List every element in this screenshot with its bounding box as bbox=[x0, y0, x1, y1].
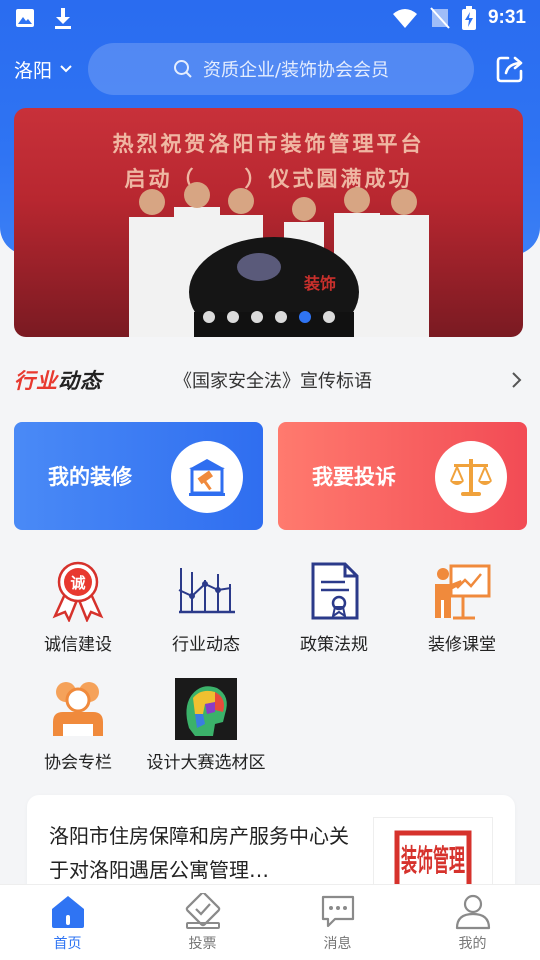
home-icon bbox=[51, 896, 84, 928]
my-renovation-card[interactable]: 我的装修 bbox=[14, 422, 263, 530]
search-placeholder: 资质企业/装饰协会会员 bbox=[202, 60, 390, 81]
nav-profile[interactable]: 我的 bbox=[405, 885, 540, 960]
news-label-part2: 动态 bbox=[58, 369, 102, 393]
download-icon bbox=[55, 8, 71, 29]
complaint-card[interactable]: 我要投诉 bbox=[278, 422, 527, 530]
top-bar: 洛阳 资质企业/装饰协会会员 bbox=[0, 42, 540, 96]
my-renovation-label: 我的装修 bbox=[48, 465, 132, 489]
search-input[interactable]: 资质企业/装饰协会会员 bbox=[88, 43, 474, 95]
status-time: 9:31 bbox=[487, 7, 526, 28]
grid-item-association[interactable]: 协会专栏 bbox=[14, 666, 142, 784]
svg-text:装饰: 装饰 bbox=[303, 274, 336, 293]
city-label: 洛阳 bbox=[14, 59, 53, 82]
grid-item-label: 装修课堂 bbox=[428, 635, 496, 655]
battery-charging-icon bbox=[461, 6, 476, 30]
complaint-label: 我要投诉 bbox=[312, 465, 396, 489]
design-contest-icon bbox=[175, 678, 237, 740]
nav-home-label: 首页 bbox=[53, 936, 82, 952]
carousel-dot[interactable] bbox=[226, 311, 239, 323]
status-bar: 9:31 bbox=[0, 0, 540, 36]
grid-item-label: 行业动态 bbox=[172, 635, 240, 655]
classroom-icon bbox=[431, 560, 493, 622]
news-ticker[interactable]: 行业动态 《国家安全法》宣传标语 bbox=[14, 358, 526, 402]
nav-profile-label: 我的 bbox=[458, 936, 487, 952]
carousel-dot-active[interactable] bbox=[298, 311, 311, 323]
grid-item-label: 协会专栏 bbox=[44, 753, 112, 773]
search-icon bbox=[173, 60, 192, 78]
nav-vote-label: 投票 bbox=[188, 936, 217, 952]
action-cards: 我的装修 我要投诉 bbox=[14, 422, 527, 530]
scales-icon bbox=[435, 441, 507, 513]
chevron-right-icon[interactable] bbox=[506, 370, 526, 390]
vote-icon bbox=[185, 893, 220, 929]
grid-item-design-contest[interactable]: 设计大赛选材区 bbox=[142, 666, 270, 784]
nav-messages[interactable]: 消息 bbox=[270, 885, 405, 960]
grid-item-classroom[interactable]: 装修课堂 bbox=[398, 548, 526, 666]
news-label-part1: 行业 bbox=[14, 369, 58, 393]
grid-item-label: 诚信建设 bbox=[44, 635, 112, 655]
message-icon bbox=[321, 895, 354, 928]
city-selector[interactable]: 洛阳 bbox=[14, 56, 88, 83]
banner-carousel[interactable]: 热烈祝贺洛阳市装饰管理平台 启动（ ）仪式圆满成功 装饰 bbox=[14, 108, 523, 337]
bottom-navigation: 首页 投票 消息 我的 bbox=[0, 884, 540, 960]
news-headline[interactable]: 《国家安全法》宣传标语 bbox=[174, 367, 506, 393]
no-sim-icon bbox=[430, 7, 450, 29]
nav-home[interactable]: 首页 bbox=[0, 885, 135, 960]
nav-messages-label: 消息 bbox=[323, 936, 352, 952]
grid-item-label: 政策法规 bbox=[300, 635, 368, 655]
integrity-badge-text: 诚 bbox=[70, 574, 85, 592]
carousel-indicator bbox=[14, 311, 523, 323]
image-icon bbox=[16, 9, 34, 27]
profile-icon bbox=[455, 894, 490, 930]
house-hammer-icon bbox=[171, 441, 243, 513]
carousel-dot[interactable] bbox=[274, 311, 287, 323]
line-chart-icon bbox=[175, 560, 237, 622]
article-title: 洛阳市住房保障和房产服务中心关于对洛阳遇居公寓管理… bbox=[49, 824, 349, 882]
grid-item-integrity[interactable]: 诚 诚信建设 bbox=[14, 548, 142, 666]
share-icon[interactable] bbox=[494, 53, 526, 85]
grid-item-label: 设计大赛选材区 bbox=[146, 753, 266, 773]
banner-headline-1: 热烈祝贺洛阳市装饰管理平台 bbox=[112, 132, 425, 156]
seal-text: 装饰管理 bbox=[401, 844, 465, 879]
chevron-down-icon bbox=[60, 65, 72, 73]
carousel-dot[interactable] bbox=[202, 311, 215, 323]
carousel-dot[interactable] bbox=[322, 311, 335, 323]
wifi-icon bbox=[392, 9, 417, 28]
association-icon bbox=[47, 678, 109, 740]
grid-item-industry-news[interactable]: 行业动态 bbox=[142, 548, 270, 666]
carousel-dot[interactable] bbox=[250, 311, 263, 323]
news-ticker-label: 行业动态 bbox=[14, 365, 174, 395]
nav-vote[interactable]: 投票 bbox=[135, 885, 270, 960]
feature-grid: 诚 诚信建设 行业动态 政策法规 装修课堂 协会专栏 设计大赛选材区 bbox=[14, 548, 526, 784]
document-seal-icon bbox=[303, 560, 365, 622]
integrity-ribbon-icon: 诚 bbox=[47, 560, 109, 622]
grid-item-policy[interactable]: 政策法规 bbox=[270, 548, 398, 666]
